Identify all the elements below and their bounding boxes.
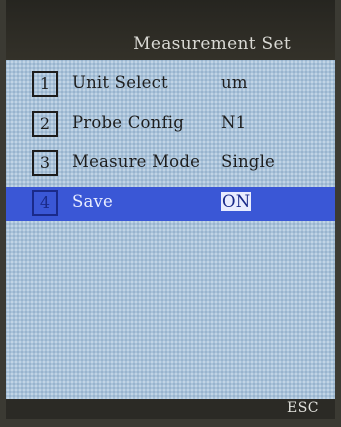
item-number-box: 4 bbox=[32, 190, 58, 216]
menu-item-unit-select[interactable]: 1 Unit Select um bbox=[6, 68, 335, 102]
item-label: Save bbox=[72, 192, 114, 211]
item-value: N1 bbox=[221, 113, 247, 132]
item-label: Probe Config bbox=[72, 113, 185, 132]
item-value: um bbox=[221, 73, 248, 92]
title-bar: Measurement Set bbox=[6, 0, 335, 60]
device-bezel: Measurement Set 1 Unit Select um 2 Probe… bbox=[0, 0, 341, 427]
item-number-box: 2 bbox=[32, 111, 58, 137]
item-number-box: 3 bbox=[32, 150, 58, 176]
lcd-screen: Measurement Set 1 Unit Select um 2 Probe… bbox=[6, 0, 335, 419]
item-label: Measure Mode bbox=[72, 152, 201, 171]
item-label: Unit Select bbox=[72, 73, 168, 92]
menu-item-probe-config[interactable]: 2 Probe Config N1 bbox=[6, 108, 335, 142]
item-value: ON bbox=[221, 192, 252, 211]
item-number-box: 1 bbox=[32, 71, 58, 97]
menu-item-save[interactable]: 4 Save ON bbox=[6, 187, 335, 221]
item-value: Single bbox=[221, 152, 276, 171]
softkey-bar: ESC bbox=[6, 399, 335, 419]
page-title: Measurement Set bbox=[133, 34, 291, 54]
esc-softkey[interactable]: ESC bbox=[287, 400, 319, 416]
save-value-toggle[interactable]: ON bbox=[221, 192, 252, 211]
menu-item-measure-mode[interactable]: 3 Measure Mode Single bbox=[6, 147, 335, 181]
